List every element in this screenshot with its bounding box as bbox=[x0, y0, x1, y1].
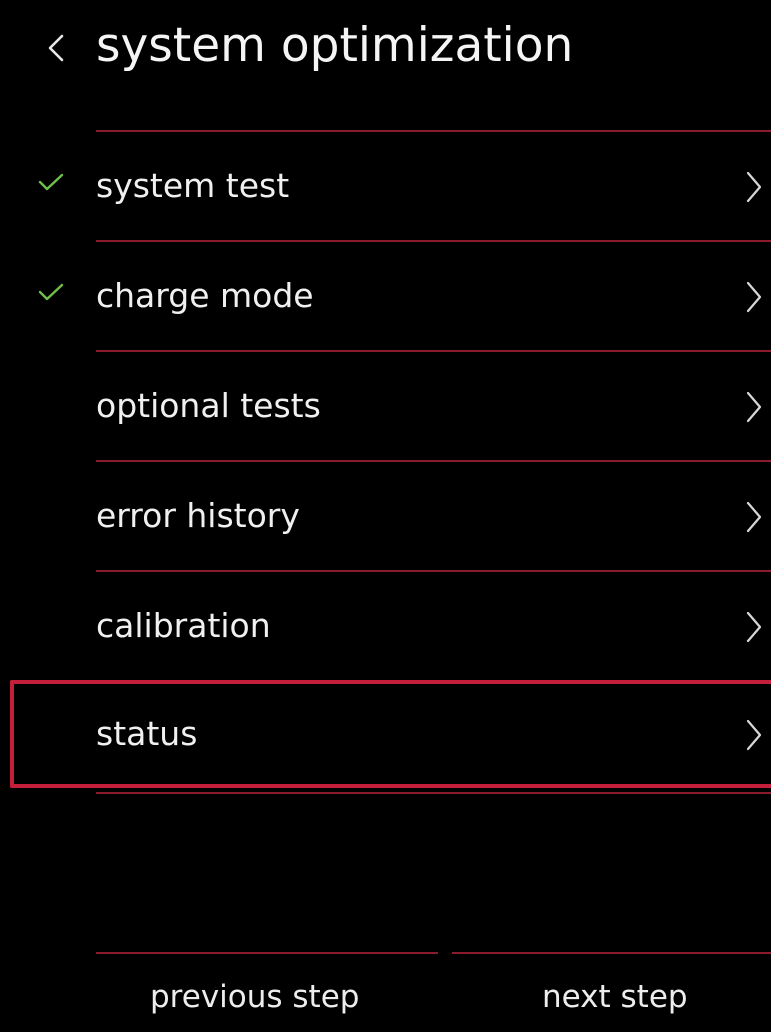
menu-item-label: status bbox=[96, 714, 198, 753]
chevron-right-icon bbox=[746, 391, 762, 423]
chevron-right-icon bbox=[746, 281, 762, 313]
menu-item-system-test[interactable]: system test bbox=[38, 130, 771, 240]
menu-item-label: system test bbox=[96, 166, 290, 205]
next-step-button[interactable]: next step bbox=[542, 975, 688, 1019]
menu-item-error-history[interactable]: error history bbox=[96, 460, 771, 570]
menu-item-status[interactable]: status bbox=[10, 680, 771, 788]
chevron-right-icon bbox=[746, 501, 762, 533]
back-button[interactable] bbox=[38, 24, 78, 72]
menu-list: system test charge mode optional tests e… bbox=[0, 130, 771, 788]
page-title: system optimization bbox=[96, 18, 574, 73]
chevron-right-icon bbox=[746, 171, 762, 203]
check-icon bbox=[38, 173, 64, 191]
divider bbox=[96, 792, 771, 794]
previous-step-button[interactable]: previous step bbox=[150, 975, 359, 1019]
menu-item-label: charge mode bbox=[96, 276, 314, 315]
divider bbox=[96, 952, 438, 954]
chevron-left-icon bbox=[48, 34, 64, 62]
menu-item-label: error history bbox=[96, 496, 300, 535]
menu-item-label: calibration bbox=[96, 606, 271, 645]
check-icon bbox=[38, 283, 64, 301]
chevron-right-icon bbox=[746, 719, 762, 751]
menu-item-calibration[interactable]: calibration bbox=[96, 570, 771, 680]
menu-item-charge-mode[interactable]: charge mode bbox=[38, 240, 771, 350]
chevron-right-icon bbox=[746, 611, 762, 643]
menu-item-optional-tests[interactable]: optional tests bbox=[96, 350, 771, 460]
divider bbox=[452, 952, 771, 954]
menu-item-label: optional tests bbox=[96, 386, 321, 425]
header: system optimization bbox=[0, 0, 771, 100]
